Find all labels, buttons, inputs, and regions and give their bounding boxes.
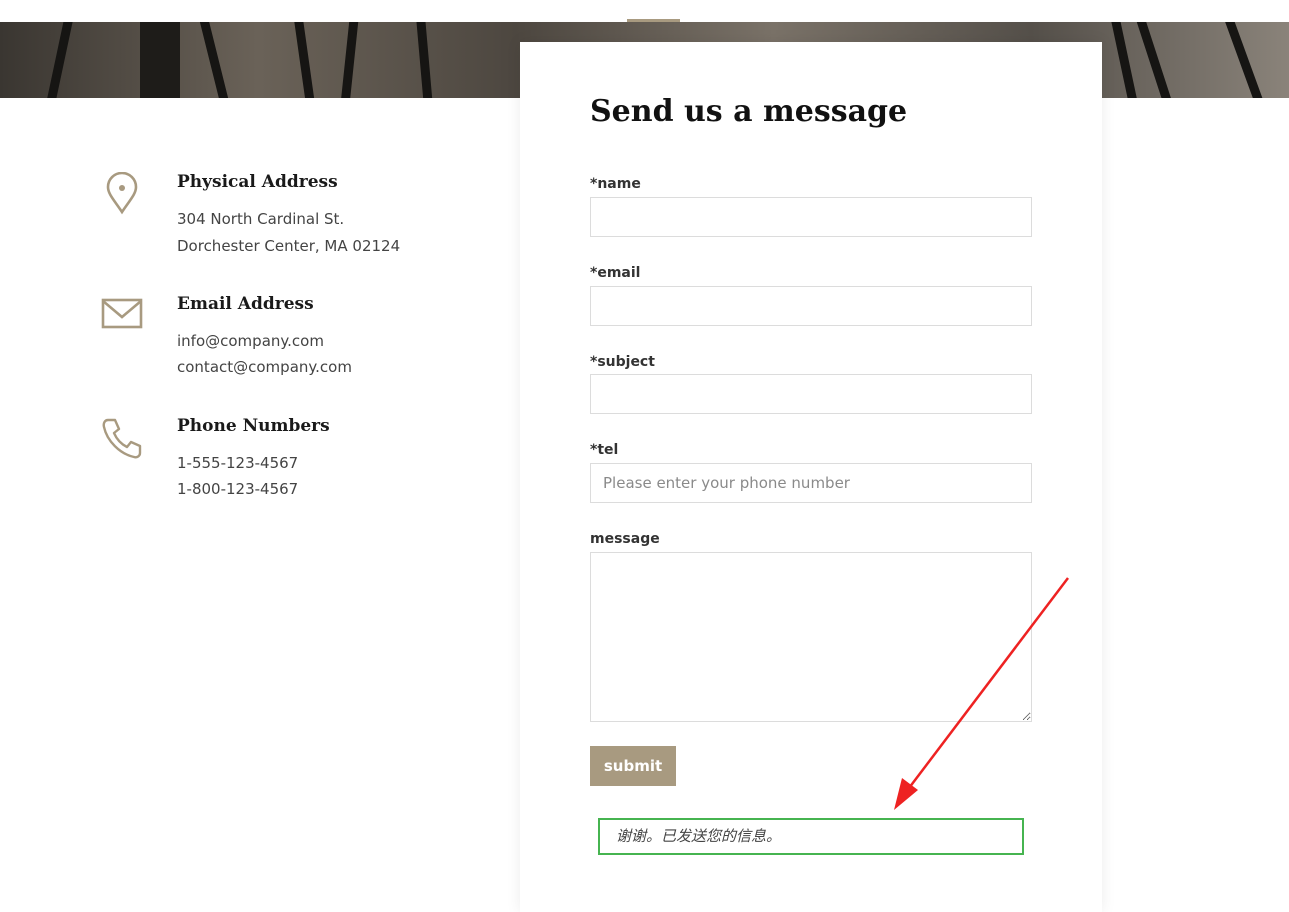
contact-title: Email Address: [177, 294, 314, 314]
form-title: Send us a message: [590, 94, 908, 129]
envelope-icon: [100, 294, 144, 338]
name-label: *name: [590, 176, 641, 192]
contact-phone-link[interactable]: 1-555-123-4567: [177, 454, 298, 472]
email-input[interactable]: [590, 286, 1032, 326]
message-label: message: [590, 531, 660, 547]
contact-title: Phone Numbers: [177, 416, 330, 436]
annotation-arrow-icon: [894, 577, 1069, 810]
contact-line: Dorchester Center, MA 02124: [177, 237, 401, 255]
submit-button[interactable]: submit: [590, 746, 676, 786]
subject-input[interactable]: [590, 374, 1032, 414]
contact-phone-link[interactable]: 1-800-123-4567: [177, 480, 298, 498]
contact-email-link[interactable]: info@company.com: [177, 332, 324, 350]
email-label: *email: [590, 265, 641, 281]
phone-icon: [100, 416, 144, 460]
tel-label: *tel: [590, 442, 619, 458]
contact-email-address: Email Address info@company.com contact@c…: [100, 294, 480, 384]
contact-phone-numbers: Phone Numbers 1-555-123-4567 1-800-123-4…: [100, 416, 480, 506]
subject-label: *subject: [590, 354, 655, 370]
name-input[interactable]: [590, 197, 1032, 237]
contact-line: 304 North Cardinal St.: [177, 210, 345, 228]
contact-title: Physical Address: [177, 172, 338, 192]
tel-input[interactable]: [590, 463, 1032, 503]
hero-accent-bar: [627, 19, 680, 22]
success-message: 谢谢。已发送您的信息。: [598, 818, 1024, 855]
contact-physical-address: Physical Address 304 North Cardinal St. …: [100, 171, 480, 262]
location-pin-icon: [100, 171, 144, 216]
contact-email-link[interactable]: contact@company.com: [177, 358, 352, 376]
